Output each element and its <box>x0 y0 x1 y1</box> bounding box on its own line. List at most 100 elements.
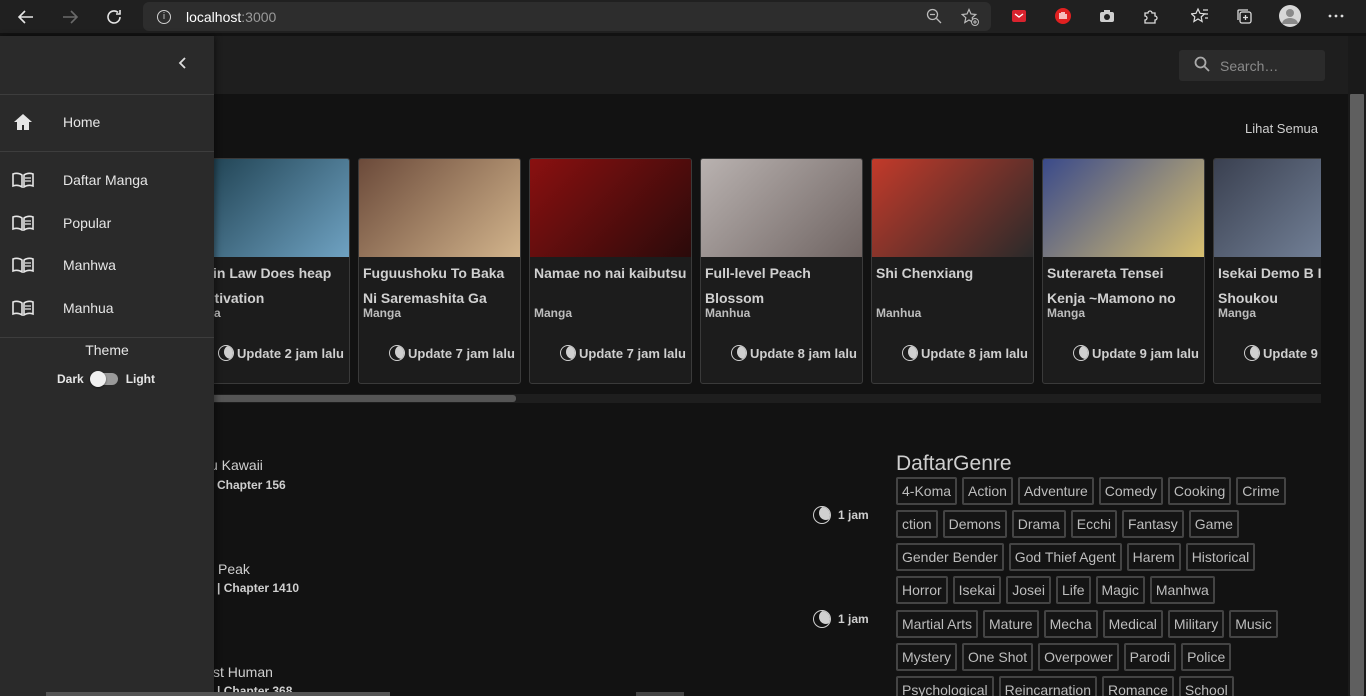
search-box[interactable] <box>1179 50 1325 81</box>
search-input[interactable] <box>1220 57 1320 74</box>
latest-manga-title[interactable]: st Human <box>213 664 273 680</box>
genre-tag[interactable]: Drama <box>1011 510 1066 538</box>
genre-tag[interactable]: Crime <box>1236 477 1286 505</box>
genre-tag[interactable]: God Thief Agent <box>1008 543 1122 571</box>
manga-card-title[interactable]: Shi Chenxiang <box>876 261 1031 286</box>
page-scrollbar-thumb[interactable] <box>1350 94 1364 696</box>
book-icon <box>12 298 34 318</box>
update-text: Update 8 jam lalu <box>921 345 1028 361</box>
genre-tag[interactable]: Adventure <box>1017 477 1094 505</box>
manga-card[interactable]: Isekai Demo B Ikitai ShoukouManga Update … <box>1213 158 1321 384</box>
drawer-item-home[interactable]: Home <box>0 102 214 142</box>
genre-tag[interactable]: Life <box>1055 576 1091 604</box>
manga-cover-image[interactable] <box>872 159 1033 257</box>
manga-card-title[interactable]: Isekai Demo B Ikitai Shoukou <box>1218 261 1321 311</box>
genre-tag[interactable]: Music <box>1229 610 1278 638</box>
manga-card[interactable]: Suterareta Tensei Kenja ~Mamono no Manga U… <box>1042 158 1205 384</box>
genre-tag[interactable]: Game <box>1188 510 1239 538</box>
genre-tag[interactable]: School <box>1178 676 1234 696</box>
genre-tag[interactable]: Mecha <box>1043 610 1098 638</box>
page-scrollbar[interactable] <box>1348 36 1366 696</box>
genre-tag[interactable]: Manhwa <box>1149 576 1215 604</box>
manga-card[interactable]: Shi Chenxiang Manhua Update 8 jam lalu <box>871 158 1034 384</box>
drawer-item-daftar-manga[interactable]: Daftar Manga <box>0 160 214 200</box>
genre-tag[interactable]: Reincarnation <box>998 676 1097 696</box>
manga-cover-image[interactable] <box>1214 159 1321 257</box>
more-options-icon[interactable] <box>1326 6 1346 26</box>
genre-tag[interactable]: Martial Arts <box>896 610 979 638</box>
manga-cover-image[interactable] <box>359 159 520 257</box>
manga-card-title[interactable]: Full-level Peach Blossom <box>705 261 860 311</box>
genre-tag[interactable]: Fantasy <box>1121 510 1184 538</box>
theme-toggle-knob[interactable] <box>89 371 106 387</box>
theme-toggle[interactable] <box>89 371 118 387</box>
manga-card-title[interactable]: Namae no nai kaibutsu <box>534 261 689 286</box>
drawer-item-manhua[interactable]: Manhua <box>0 288 214 328</box>
see-all-link[interactable]: Lihat Semua <box>1245 121 1318 136</box>
drawer-divider <box>0 94 214 95</box>
genre-tag[interactable]: Mature <box>983 610 1039 638</box>
genre-tag[interactable]: Historical <box>1185 543 1256 571</box>
card-list-scrollbar-thumb[interactable] <box>195 395 516 402</box>
genre-tag[interactable]: Parodi <box>1123 643 1177 671</box>
genre-tag[interactable]: Gender Bender <box>896 543 1004 571</box>
favorite-add-icon[interactable] <box>960 8 979 30</box>
genre-tag[interactable]: Medical <box>1102 610 1163 638</box>
manga-card[interactable]: Namae no nai kaibutsu Manga Update 7 jam l… <box>529 158 692 384</box>
manga-cover-image[interactable] <box>1043 159 1204 257</box>
genre-tag[interactable]: One Shot <box>962 643 1034 671</box>
profile-avatar-icon[interactable] <box>1278 4 1302 28</box>
manga-card-type: Manga <box>1218 306 1257 320</box>
reload-icon[interactable] <box>92 0 136 33</box>
genre-tag[interactable]: Ecchi <box>1070 510 1117 538</box>
latest-manga-chapter[interactable]: Chapter 156 <box>217 478 286 492</box>
genre-tag[interactable]: Romance <box>1102 676 1174 696</box>
favorites-icon[interactable] <box>1190 6 1210 26</box>
genre-tag[interactable]: Comedy <box>1098 477 1163 505</box>
genre-tag[interactable]: Horror <box>896 576 948 604</box>
forward-arrow-icon[interactable] <box>48 0 92 33</box>
manga-card[interactable]: Full-level Peach Blossom Manhua Update 8 j… <box>700 158 863 384</box>
genre-tag[interactable]: Action <box>962 477 1013 505</box>
genre-tag[interactable]: Mystery <box>896 643 957 671</box>
genre-tag[interactable]: Psychological <box>896 676 994 696</box>
manga-card-title[interactable]: Suterareta Tensei Kenja ~Mamono no <box>1047 261 1202 311</box>
latest-manga-title[interactable]: Peak <box>218 561 250 577</box>
extension-red-icon[interactable] <box>1009 6 1029 26</box>
genre-tag[interactable]: Josei <box>1006 576 1051 604</box>
manga-cover-image[interactable] <box>195 159 349 257</box>
card-list-scrollbar[interactable] <box>195 394 1321 403</box>
update-text: Update 2 jam lalu <box>237 345 344 361</box>
site-info-icon[interactable]: i <box>157 9 171 24</box>
latest-manga-chapter[interactable]: | Chapter 1410 <box>217 581 299 595</box>
collections-icon[interactable] <box>1234 6 1254 26</box>
manga-card[interactable]: Fuguushoku To Baka Ni Saremashita Ga Mang… <box>358 158 521 384</box>
extensions-puzzle-icon[interactable] <box>1141 6 1161 26</box>
drawer-divider <box>0 337 214 338</box>
collapse-drawer-icon[interactable] <box>176 54 188 75</box>
genre-tag[interactable]: ction <box>896 510 938 538</box>
drawer-item-manhwa[interactable]: Manhwa <box>0 245 214 285</box>
genre-tag[interactable]: Demons <box>942 510 1007 538</box>
manga-card-title[interactable]: Fuguushoku To Baka Ni Saremashita Ga <box>363 261 518 311</box>
clock-icon <box>1244 345 1260 361</box>
book-icon <box>12 213 34 233</box>
zoom-out-icon[interactable] <box>926 8 942 28</box>
drawer-item-popular[interactable]: Popular <box>0 203 214 243</box>
back-arrow-icon[interactable] <box>4 0 48 33</box>
camera-icon[interactable] <box>1097 6 1117 26</box>
address-bar[interactable]: i localhost:3000 <box>143 2 991 31</box>
genre-tag[interactable]: Military <box>1167 610 1225 638</box>
manga-cover-image[interactable] <box>701 159 862 257</box>
manga-card[interactable]: on in Law Does heap CultivationnhuaUpdat… <box>195 158 350 384</box>
manga-cover-image[interactable] <box>530 159 691 257</box>
genre-tag[interactable]: Harem <box>1126 543 1181 571</box>
genre-tag[interactable]: Cooking <box>1167 477 1232 505</box>
genre-tag[interactable]: Magic <box>1095 576 1145 604</box>
genre-tag[interactable]: Overpower <box>1038 643 1119 671</box>
genre-tag[interactable]: 4-Koma <box>896 477 958 505</box>
genre-tag[interactable]: Police <box>1181 643 1232 671</box>
extension-hand-icon[interactable] <box>1053 6 1073 26</box>
manga-card-title[interactable]: on in Law Does heap Cultivation <box>195 261 347 311</box>
genre-tag[interactable]: Isekai <box>952 576 1002 604</box>
